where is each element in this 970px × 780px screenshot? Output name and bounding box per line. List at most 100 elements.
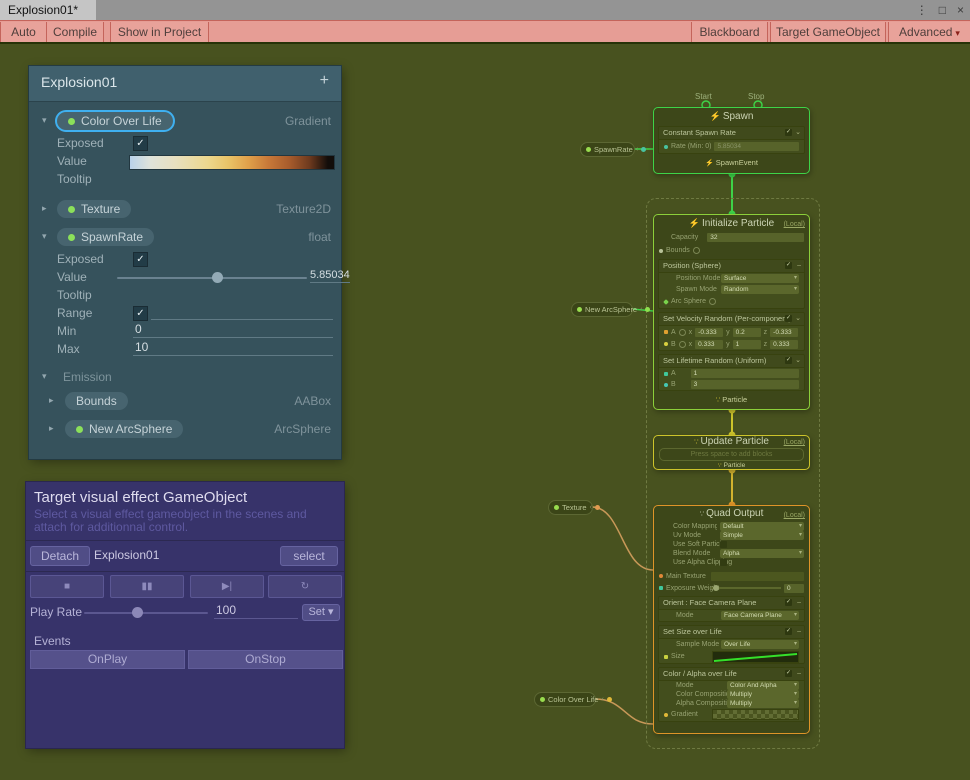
rate-port-icon[interactable] — [664, 145, 668, 149]
expand-icon[interactable]: ‹ — [601, 696, 603, 703]
position-mode-dropdown[interactable]: Surface — [721, 274, 799, 283]
play-rate-field[interactable] — [214, 603, 298, 619]
texture-output-port[interactable] — [595, 505, 600, 510]
graph-canvas[interactable]: Start Stop ⚡Spawn Constant Spawn Rate ⌄ … — [0, 42, 970, 780]
velocity-b-port-icon[interactable] — [664, 342, 668, 346]
set-lifetime-random-block[interactable]: Set Lifetime Random (Uniform) ⌄ A 1 B 3 — [658, 354, 805, 391]
velocity-b-y-field[interactable]: 1 — [733, 340, 761, 349]
orient-block-header[interactable]: Orient : Face Camera Plane – — [659, 597, 804, 610]
set-dropdown-button[interactable]: Set ▾ — [302, 604, 340, 621]
step-button[interactable]: ▶| — [190, 575, 264, 598]
alpha-clipping-checkbox[interactable] — [720, 559, 727, 566]
size-port-icon[interactable] — [664, 655, 668, 659]
exposed-checkbox[interactable] — [133, 136, 148, 151]
block-collapse-icon[interactable]: – — [797, 626, 801, 638]
maximize-icon[interactable]: □ — [939, 3, 946, 17]
velocity-b-x-field[interactable]: 0.333 — [695, 340, 723, 349]
exposure-weight-slider[interactable] — [711, 587, 781, 589]
velocity-a-port-icon[interactable] — [664, 330, 668, 334]
size-curve-field[interactable] — [712, 651, 799, 663]
velocity-b-z-field[interactable]: 0.333 — [770, 340, 798, 349]
new-arcsphere-pill[interactable]: New ArcSphere — [65, 420, 183, 438]
color-mapping-dropdown[interactable]: Default — [720, 522, 804, 531]
onplay-button[interactable]: OnPlay — [30, 650, 185, 669]
lifetime-b-field[interactable]: 3 — [691, 380, 799, 389]
block-collapse-icon[interactable]: – — [797, 597, 801, 609]
block-collapse-icon[interactable]: ⌄ — [795, 313, 801, 325]
texture-pill[interactable]: Texture — [57, 200, 131, 218]
lifetime-b-port-icon[interactable] — [664, 383, 668, 387]
chevron-down-icon[interactable]: ▾ — [42, 115, 47, 126]
edge-texture-to-output[interactable] — [592, 507, 653, 570]
auto-button[interactable]: Auto — [0, 22, 47, 42]
chevron-down-icon[interactable]: ▾ — [42, 231, 47, 242]
soft-particle-checkbox[interactable] — [720, 541, 727, 548]
value-number-field[interactable]: 5.85034 — [310, 269, 350, 283]
set-velocity-random-block[interactable]: Set Velocity Random (Per-component) ⌄ A … — [658, 312, 805, 351]
exposure-weight-port-icon[interactable] — [659, 586, 663, 590]
pause-button[interactable]: ▮▮ — [110, 575, 184, 598]
block-enabled-checkbox[interactable] — [785, 262, 792, 269]
expand-icon[interactable]: ‹ — [636, 146, 638, 153]
position-sphere-header[interactable]: Position (Sphere) – — [659, 260, 804, 273]
onstop-button[interactable]: OnStop — [188, 650, 343, 669]
target-gameobject-toggle-button[interactable]: Target GameObject — [770, 22, 886, 42]
exposure-weight-value[interactable]: 0 — [784, 584, 804, 593]
set-velocity-random-header[interactable]: Set Velocity Random (Per-component) ⌄ — [659, 313, 804, 326]
update-space-badge[interactable]: (Local) — [784, 437, 805, 449]
block-enabled-checkbox[interactable] — [785, 628, 792, 635]
constant-spawn-rate-block[interactable]: Constant Spawn Rate ⌄ Rate (Min: 0) 5.85… — [658, 126, 805, 154]
add-parameter-button[interactable]: + — [320, 72, 329, 90]
exposed-checkbox[interactable] — [133, 252, 148, 267]
chevron-down-icon[interactable]: ▾ — [42, 371, 47, 382]
stop-button[interactable]: ■ — [30, 575, 104, 598]
constant-spawn-rate-header[interactable]: Constant Spawn Rate ⌄ — [659, 127, 804, 140]
expand-icon[interactable]: ‹ — [640, 306, 642, 313]
position-sphere-block[interactable]: Position (Sphere) – Position Mode Surfac… — [658, 259, 805, 309]
value-slider-knob[interactable] — [212, 272, 223, 283]
spawnrate-parameter-node[interactable]: SpawnRate ‹ — [580, 142, 635, 157]
set-lifetime-random-header[interactable]: Set Lifetime Random (Uniform) ⌄ — [659, 355, 804, 368]
color-alpha-over-life-header[interactable]: Color / Alpha over Life – — [659, 668, 804, 681]
color-over-life-parameter-node[interactable]: Color Over Life ‹ — [534, 692, 596, 707]
set-size-over-life-block[interactable]: Set Size over Life – Sample Mode Over Li… — [658, 625, 805, 664]
chevron-right-icon[interactable]: ▸ — [42, 203, 47, 214]
color-over-life-output-port[interactable] — [607, 697, 612, 702]
capacity-value-field[interactable]: 32 — [707, 233, 804, 242]
bounds-space-icon[interactable] — [693, 247, 700, 254]
update-particle-node[interactable]: ∵Update Particle (Local) Press space to … — [653, 435, 810, 470]
close-icon[interactable]: × — [957, 3, 964, 17]
uv-mode-dropdown[interactable]: Simple — [720, 531, 804, 540]
add-blocks-placeholder[interactable]: Press space to add blocks — [659, 448, 804, 461]
lifetime-a-port-icon[interactable] — [664, 372, 668, 376]
detach-button[interactable]: Detach — [30, 546, 90, 566]
max-field[interactable] — [133, 340, 333, 356]
velocity-a-link-icon[interactable] — [679, 329, 686, 336]
initialize-particle-node[interactable]: ⚡Initialize Particle (Local) Capacity 32… — [653, 214, 810, 410]
main-texture-port-icon[interactable] — [659, 574, 663, 578]
spawn-context-node[interactable]: ⚡Spawn Constant Spawn Rate ⌄ Rate (Min: … — [653, 107, 810, 174]
select-button[interactable]: select — [280, 546, 338, 566]
asset-tab[interactable]: Explosion01* — [0, 0, 96, 20]
orient-block[interactable]: Orient : Face Camera Plane – Mode Face C… — [658, 596, 805, 622]
block-collapse-icon[interactable]: ⌄ — [795, 127, 801, 139]
show-in-project-button[interactable]: Show in Project — [110, 22, 209, 42]
exposure-weight-knob[interactable] — [713, 585, 719, 591]
blackboard-toggle-button[interactable]: Blackboard — [691, 22, 768, 42]
gradient-port-icon[interactable] — [664, 713, 668, 717]
block-enabled-checkbox[interactable] — [785, 599, 792, 606]
color-composition-dropdown[interactable]: Multiply — [727, 690, 799, 699]
blend-mode-dropdown[interactable]: Alpha — [720, 549, 804, 558]
chevron-right-icon[interactable]: ▸ — [49, 395, 54, 406]
orient-mode-dropdown[interactable]: Face Camera Plane — [721, 611, 799, 620]
color-alpha-over-life-block[interactable]: Color / Alpha over Life – Mode Color And… — [658, 667, 805, 722]
quad-output-node[interactable]: ∵Quad Output (Local) Color Mapping Mode … — [653, 505, 810, 734]
lifetime-a-field[interactable]: 1 — [691, 369, 799, 378]
alpha-composition-dropdown[interactable]: Multiply — [727, 699, 799, 708]
velocity-a-z-field[interactable]: -0.333 — [770, 328, 798, 337]
play-rate-slider-track[interactable] — [84, 612, 208, 614]
block-collapse-icon[interactable]: ⌄ — [795, 355, 801, 367]
texture-parameter-node[interactable]: Texture ‹ — [548, 500, 593, 515]
bounds-pill[interactable]: Bounds — [65, 392, 128, 410]
block-collapse-icon[interactable]: – — [797, 668, 801, 680]
